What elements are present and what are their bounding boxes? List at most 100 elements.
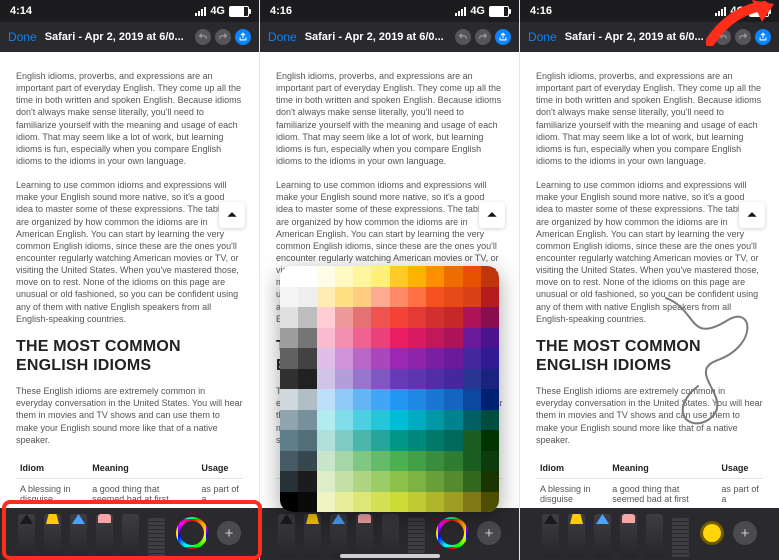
color-swatch[interactable] [353, 410, 371, 431]
add-button[interactable]: + [477, 521, 501, 545]
color-swatch[interactable] [390, 471, 408, 492]
color-swatch[interactable] [481, 307, 499, 328]
color-swatch[interactable] [390, 492, 408, 513]
highlighter-tool[interactable] [568, 514, 585, 558]
scroll-top-button[interactable] [219, 202, 245, 228]
color-swatch[interactable] [463, 410, 481, 431]
undo-button[interactable] [715, 29, 731, 45]
color-swatch[interactable] [280, 451, 298, 472]
color-palette[interactable] [280, 266, 499, 512]
color-swatch[interactable] [426, 287, 444, 308]
color-swatch[interactable] [426, 492, 444, 513]
pen-tool[interactable] [18, 514, 35, 558]
color-swatch[interactable] [280, 389, 298, 410]
color-swatch[interactable] [298, 369, 316, 390]
color-swatch[interactable] [408, 451, 426, 472]
color-swatch[interactable] [444, 410, 462, 431]
color-swatch[interactable] [463, 471, 481, 492]
color-swatch[interactable] [371, 430, 389, 451]
color-swatch[interactable] [481, 287, 499, 308]
color-swatch[interactable] [444, 307, 462, 328]
color-swatch[interactable] [481, 430, 499, 451]
color-swatch[interactable] [298, 287, 316, 308]
color-swatch[interactable] [353, 369, 371, 390]
color-swatch[interactable] [444, 389, 462, 410]
color-swatch[interactable] [463, 389, 481, 410]
eraser-tool[interactable] [620, 514, 637, 558]
color-swatch[interactable] [371, 266, 389, 287]
color-swatch[interactable] [298, 471, 316, 492]
redo-button[interactable] [215, 29, 231, 45]
color-swatch[interactable] [463, 328, 481, 349]
color-swatch[interactable] [481, 410, 499, 431]
color-swatch[interactable] [371, 287, 389, 308]
color-swatch[interactable] [371, 471, 389, 492]
redo-button[interactable] [475, 29, 491, 45]
color-swatch[interactable] [408, 410, 426, 431]
color-swatch[interactable] [335, 328, 353, 349]
color-swatch[interactable] [317, 307, 335, 328]
color-swatch[interactable] [463, 307, 481, 328]
color-swatch[interactable] [280, 430, 298, 451]
color-swatch[interactable] [298, 389, 316, 410]
color-swatch[interactable] [444, 451, 462, 472]
color-swatch[interactable] [481, 369, 499, 390]
color-swatch[interactable] [317, 471, 335, 492]
color-swatch[interactable] [335, 369, 353, 390]
color-swatch[interactable] [408, 471, 426, 492]
color-swatch[interactable] [426, 430, 444, 451]
share-button[interactable] [495, 29, 511, 45]
color-swatch[interactable] [390, 369, 408, 390]
color-swatch[interactable] [317, 287, 335, 308]
color-swatch[interactable] [371, 492, 389, 513]
color-swatch[interactable] [481, 389, 499, 410]
color-picker-button[interactable] [436, 517, 468, 549]
color-swatch[interactable] [390, 287, 408, 308]
color-swatch[interactable] [408, 389, 426, 410]
color-swatch[interactable] [390, 328, 408, 349]
color-swatch[interactable] [317, 451, 335, 472]
highlighter-tool[interactable] [44, 514, 61, 558]
eraser-tool[interactable] [356, 514, 373, 558]
color-swatch[interactable] [463, 348, 481, 369]
color-swatch[interactable] [408, 430, 426, 451]
color-swatch[interactable] [371, 410, 389, 431]
color-swatch[interactable] [371, 451, 389, 472]
color-swatch[interactable] [463, 287, 481, 308]
color-swatch[interactable] [463, 451, 481, 472]
scroll-top-button[interactable] [739, 202, 765, 228]
color-swatch[interactable] [481, 471, 499, 492]
color-swatch[interactable] [463, 430, 481, 451]
color-swatch[interactable] [298, 451, 316, 472]
color-swatch[interactable] [426, 369, 444, 390]
color-swatch[interactable] [408, 287, 426, 308]
lasso-tool[interactable] [122, 514, 139, 558]
color-swatch[interactable] [408, 492, 426, 513]
color-swatch[interactable] [408, 307, 426, 328]
share-button[interactable] [755, 29, 771, 45]
ruler-tool[interactable] [408, 518, 425, 558]
color-swatch[interactable] [481, 348, 499, 369]
ruler-tool[interactable] [672, 518, 689, 558]
lasso-tool[interactable] [646, 514, 663, 558]
lasso-tool[interactable] [382, 514, 399, 558]
color-swatch[interactable] [280, 328, 298, 349]
color-swatch[interactable] [371, 307, 389, 328]
color-swatch[interactable] [444, 492, 462, 513]
ruler-tool[interactable] [148, 518, 165, 558]
color-swatch[interactable] [371, 328, 389, 349]
color-swatch[interactable] [371, 389, 389, 410]
color-swatch[interactable] [444, 287, 462, 308]
add-button[interactable]: + [217, 521, 241, 545]
color-swatch[interactable] [390, 389, 408, 410]
undo-button[interactable] [195, 29, 211, 45]
color-swatch[interactable] [426, 328, 444, 349]
color-swatch[interactable] [298, 492, 316, 513]
color-swatch[interactable] [444, 348, 462, 369]
color-swatch[interactable] [408, 266, 426, 287]
color-swatch[interactable] [353, 266, 371, 287]
color-swatch[interactable] [353, 430, 371, 451]
color-swatch[interactable] [426, 307, 444, 328]
color-swatch[interactable] [353, 451, 371, 472]
scroll-top-button[interactable] [479, 202, 505, 228]
